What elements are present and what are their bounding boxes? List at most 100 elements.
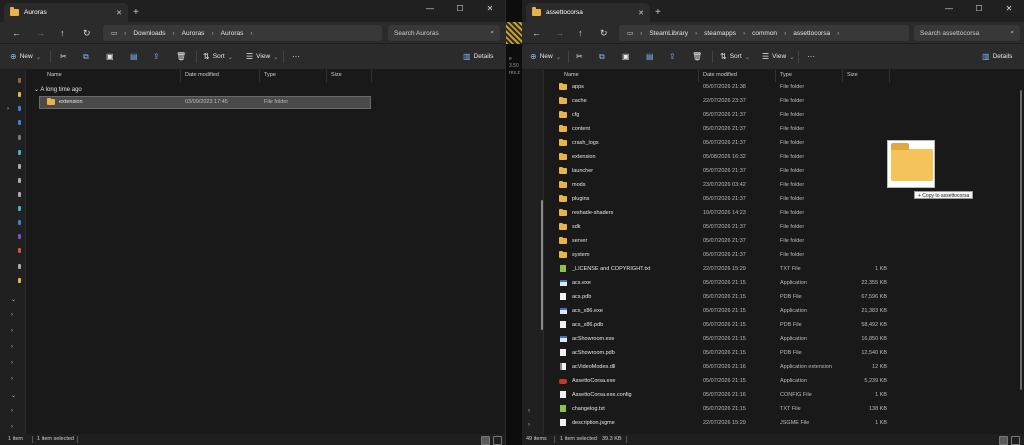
paste-button[interactable]: ▣ (106, 52, 114, 61)
maximize-button[interactable]: ☐ (445, 2, 475, 16)
column-name[interactable]: Name (47, 72, 62, 78)
table-row[interactable]: sdk 05/07/2026 21:37 File folder (552, 222, 892, 233)
chevron-right-icon[interactable]: › (11, 424, 13, 430)
nav-item-icon[interactable] (18, 120, 21, 125)
nav-item-icon[interactable] (18, 178, 21, 183)
nav-item-icon[interactable] (18, 150, 21, 155)
nav-item-icon[interactable] (18, 248, 21, 253)
table-row[interactable]: cfg 05/07/2026 21:37 File folder (552, 110, 892, 121)
chevron-right-icon[interactable]: › (11, 408, 13, 414)
forward-button[interactable]: → (36, 28, 45, 38)
table-row[interactable]: changelog.txt 05/07/2026 21:15 TXT File 138… (552, 404, 892, 415)
chevron-right-icon[interactable]: › (11, 360, 13, 366)
table-row[interactable]: acs_x86.pdb 05/07/2026 21:15 PDB File 58,49… (552, 320, 892, 331)
table-row[interactable]: description.jsgme 22/07/2026 15:29 JSGME F… (552, 418, 892, 429)
nav-item-icon[interactable] (18, 135, 21, 140)
view-button[interactable]: ☰ View ⌄ (762, 52, 795, 61)
details-button[interactable]: ▥ Details (982, 52, 1012, 61)
column-size[interactable]: Size (847, 72, 858, 78)
column-size[interactable]: Size (331, 72, 342, 78)
table-row[interactable]: acVideoModes.dll 05/07/2026 21:16 Applicat… (552, 362, 892, 373)
column-date-modified[interactable]: Date modified (703, 72, 737, 78)
table-row[interactable]: extension 05/08/2026 16:32 File folder (552, 152, 892, 163)
table-row[interactable]: apps 05/07/2026 21:38 File folder (552, 82, 892, 93)
table-row[interactable]: server 05/07/2026 21:37 File folder (552, 236, 892, 247)
search-input[interactable]: Search assettocorsa ⌕ (914, 25, 1020, 41)
nav-item-icon[interactable] (18, 78, 21, 83)
maximize-button[interactable]: ☐ (964, 2, 994, 16)
nav-item-icon[interactable] (18, 92, 21, 97)
table-row[interactable]: acShowroom.pdb 05/07/2026 21:15 PDB File 12… (552, 348, 892, 359)
column-type[interactable]: Type (780, 72, 792, 78)
table-row[interactable]: acs.pdb 05/07/2026 21:15 PDB File 67,596 KB (552, 292, 892, 303)
delete-button[interactable]: 🗑 (176, 52, 186, 61)
sort-button[interactable]: ⇅ Sort ⌄ (203, 52, 233, 61)
table-row[interactable]: mods 23/07/2026 03:42 File folder (552, 180, 892, 191)
breadcrumb-item[interactable]: Auroras (182, 30, 205, 37)
table-row[interactable]: acs_x86.exe 05/07/2026 21:15 Application 21… (552, 306, 892, 317)
nav-item-icon[interactable] (18, 264, 21, 269)
table-row[interactable]: reshade-shaders 10/07/2026 14:23 File fold… (552, 208, 892, 219)
nav-item-icon[interactable] (18, 164, 21, 169)
close-tab-icon[interactable]: ✕ (638, 9, 644, 17)
rename-button[interactable]: ▤ (130, 52, 138, 61)
search-input[interactable]: Search Auroras ⌕ (388, 25, 500, 41)
rename-button[interactable]: ▤ (646, 52, 654, 61)
vertical-scrollbar[interactable] (1020, 90, 1022, 390)
share-button[interactable]: ⇪ (669, 52, 676, 61)
table-row[interactable]: AssettoCorsa.exe.config 05/07/2026 21:16 C… (552, 390, 892, 401)
tiles-view-button[interactable] (493, 436, 502, 445)
chevron-right-icon[interactable]: › (11, 344, 13, 350)
minimize-button[interactable]: — (415, 2, 445, 16)
column-date-modified[interactable]: Date modified (185, 72, 219, 78)
cut-button[interactable]: ✂ (60, 52, 67, 61)
breadcrumb-item[interactable]: Auroras (221, 30, 244, 37)
details-view-button[interactable] (481, 436, 490, 445)
back-button[interactable]: ← (12, 28, 21, 38)
view-button[interactable]: ☰ View ⌄ (246, 52, 279, 61)
back-button[interactable]: ← (532, 28, 541, 38)
refresh-button[interactable]: ↻ (83, 28, 91, 39)
refresh-button[interactable]: ↻ (600, 28, 608, 39)
table-row[interactable]: system 05/07/2026 21:37 File folder (552, 250, 892, 261)
new-tab-button[interactable]: + (133, 7, 139, 18)
tab-assettocorsa[interactable]: assettocorsa ✕ (526, 3, 650, 22)
chevron-right-icon[interactable]: › (11, 312, 13, 318)
up-button[interactable]: ↑ (578, 28, 583, 38)
chevron-right-icon[interactable]: › (7, 106, 9, 112)
nav-scrollbar[interactable] (541, 200, 543, 330)
chevron-right-icon[interactable]: › (528, 422, 530, 428)
table-row[interactable]: content 05/07/2026 21:37 File folder (552, 124, 892, 135)
nav-item-icon[interactable] (18, 206, 21, 211)
tab-auroras[interactable]: Auroras ✕ (4, 3, 128, 22)
sort-button[interactable]: ⇅ Sort ⌄ (720, 52, 750, 61)
new-button[interactable]: ⊕ New ⌄ (530, 52, 561, 61)
minimize-button[interactable]: — (934, 2, 964, 16)
chevron-down-icon[interactable]: ⌄ (11, 296, 16, 303)
nav-item-icon[interactable] (18, 278, 21, 283)
column-type[interactable]: Type (264, 72, 276, 78)
chevron-down-icon[interactable]: ⌄ (11, 392, 16, 399)
delete-button[interactable]: 🗑 (692, 52, 702, 61)
breadcrumb[interactable]: ▭ › SteamLibrary › steamapps › common › … (619, 25, 909, 41)
close-window-button[interactable]: ✕ (994, 2, 1024, 16)
copy-button[interactable]: ⧉ (599, 52, 605, 62)
table-row[interactable]: crash_logs 05/07/2026 21:37 File folder (552, 138, 892, 149)
copy-button[interactable]: ⧉ (83, 52, 89, 62)
breadcrumb[interactable]: ▭ › Downloads › Auroras › Auroras › (103, 25, 382, 41)
column-name[interactable]: Name (564, 72, 579, 78)
tiles-view-button[interactable] (1011, 436, 1020, 445)
forward-button[interactable]: → (555, 28, 564, 38)
paste-button[interactable]: ▣ (622, 52, 630, 61)
nav-item-icon[interactable] (18, 192, 21, 197)
table-row[interactable]: _LICENSE and COPYRIGHT.txt 22/07/2026 15:… (552, 264, 892, 275)
table-row[interactable]: cache 22/07/2026 23:37 File folder (552, 96, 892, 107)
share-button[interactable]: ⇪ (153, 52, 160, 61)
chevron-right-icon[interactable]: › (11, 328, 13, 334)
details-view-button[interactable] (999, 436, 1008, 445)
breadcrumb-item[interactable]: assettocorsa (793, 30, 830, 37)
table-row[interactable]: acShowroom.exe 05/07/2026 21:15 Applicatio… (552, 334, 892, 345)
table-row[interactable]: plugins 05/07/2026 21:37 File folder (552, 194, 892, 205)
table-row[interactable]: acs.exe 05/07/2026 21:15 Application 22,355… (552, 278, 892, 289)
details-button[interactable]: ▥ Details (463, 52, 493, 61)
